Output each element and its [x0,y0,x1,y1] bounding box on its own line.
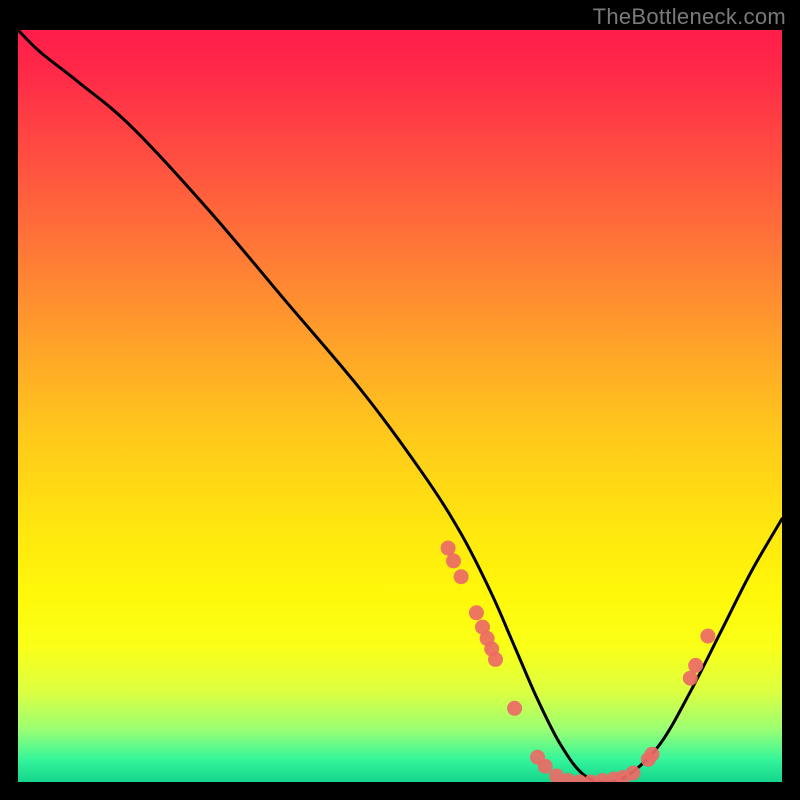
data-point [446,553,461,568]
watermark-text: TheBottleneck.com [593,4,786,30]
curve-layer [18,30,782,782]
data-point [700,629,715,644]
data-point [688,658,703,673]
chart-svg [18,30,782,782]
data-point [469,605,484,620]
data-point [626,766,641,781]
data-point [454,569,469,584]
data-point [683,671,698,686]
data-point [441,541,456,556]
data-point [538,759,553,774]
bottleneck-curve [18,30,782,782]
plot-area [18,30,782,782]
data-point [645,747,660,762]
chart-container: TheBottleneck.com [0,0,800,800]
data-point [507,701,522,716]
data-point [488,652,503,667]
